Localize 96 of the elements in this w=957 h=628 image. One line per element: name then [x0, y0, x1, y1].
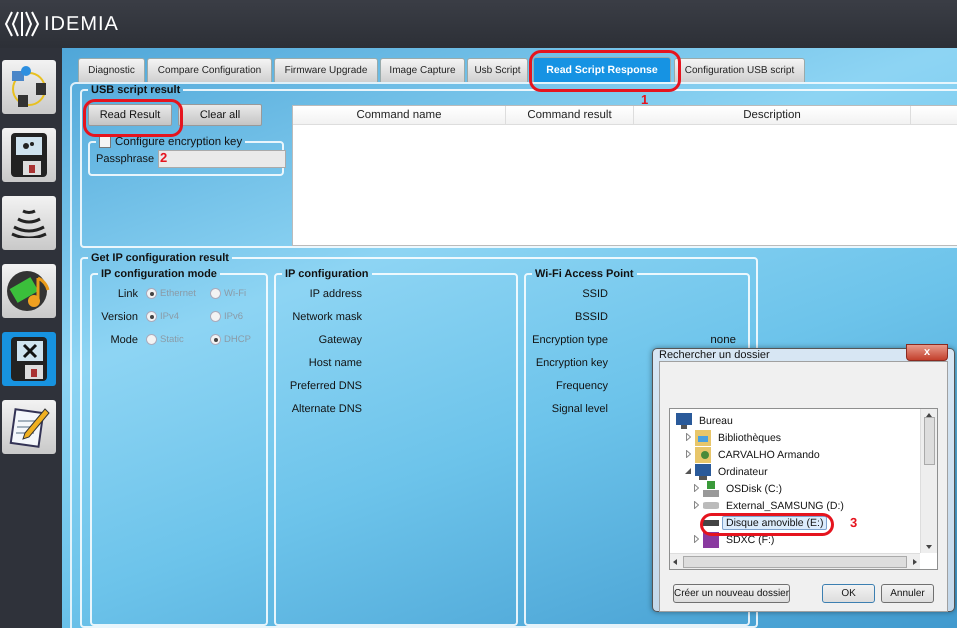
field-label: Passphrase [96, 153, 154, 165]
terminal-gear-icon [9, 131, 49, 179]
tree-item[interactable]: Ordinateur [714, 464, 772, 478]
tree-item[interactable]: Disque amovible (E:) [722, 516, 828, 530]
radio-label: IPv6 [224, 311, 244, 322]
waves-icon [11, 208, 47, 238]
radio-button[interactable] [210, 311, 221, 322]
logo-text: IDEMIA [44, 12, 119, 36]
scroll-thumb[interactable] [924, 417, 934, 465]
radio-label: IPv4 [160, 311, 180, 322]
field-label: Version [100, 310, 138, 322]
field-label: Alternate DNS [290, 402, 362, 414]
tab[interactable]: Compare Configuration [147, 58, 272, 82]
collapse-arrow-icon[interactable] [685, 468, 691, 474]
field-label: SSID [581, 288, 608, 300]
logo-icon [4, 9, 40, 39]
field-label: Encryption type [532, 334, 608, 346]
action-button[interactable]: Clear all [178, 104, 262, 126]
removable-drive-icon [703, 520, 719, 526]
tree-item[interactable]: Bureau [695, 414, 737, 428]
field-label: Encryption key [534, 356, 608, 368]
column-header[interactable]: Command result [506, 106, 634, 124]
field-label: Host name [308, 356, 362, 368]
tab[interactable]: Configuration USB script [674, 58, 805, 82]
scroll-thumb[interactable] [683, 556, 907, 568]
radio-label: Wi-Fi [224, 288, 246, 299]
tab[interactable]: Firmware Upgrade [274, 58, 378, 82]
field-label: IP address [308, 288, 362, 300]
field-label: Link [116, 288, 138, 300]
radio-button[interactable] [210, 288, 221, 299]
dialog-button[interactable]: OK [822, 584, 876, 603]
user-folder-icon [695, 446, 711, 462]
sidebar-button[interactable] [2, 264, 56, 318]
passphrase-field[interactable] [158, 150, 286, 168]
radio-label: Static [160, 334, 184, 345]
checkbox[interactable] [99, 136, 111, 148]
annotation-number: 1 [641, 92, 648, 107]
tree-item[interactable]: SDXC (F:) [722, 532, 778, 546]
radio-button[interactable] [146, 288, 157, 299]
field-value: none [710, 334, 737, 346]
tab[interactable]: Image Capture [380, 58, 465, 82]
tree-item[interactable]: OSDisk (C:) [722, 482, 786, 496]
notepad-pencil-icon [7, 405, 51, 449]
group-title: IP configuration mode [100, 268, 218, 280]
annotation-number: 3 [850, 515, 858, 530]
field-label: Network mask [291, 310, 362, 322]
horizontal-scrollbar[interactable] [670, 553, 920, 569]
checkbox-label: Configure encryption key [115, 136, 242, 148]
dialog-button[interactable]: Créer un nouveau dossier [673, 584, 790, 603]
sidebar-button[interactable] [2, 196, 56, 250]
tab[interactable]: Diagnostic [78, 58, 145, 82]
dialog-button[interactable]: Annuler [881, 584, 934, 603]
group-title: USB script result [90, 84, 182, 96]
column-header[interactable]: Command name [293, 106, 506, 124]
field-label: Mode [109, 334, 138, 346]
radio-button[interactable] [146, 311, 157, 322]
group-title: Get IP configuration result [90, 252, 230, 264]
expand-arrow-icon[interactable] [686, 450, 690, 458]
scroll-down-icon[interactable] [926, 545, 932, 549]
group-title: Wi-Fi Access Point [534, 268, 635, 280]
sidebar-button[interactable] [2, 400, 56, 454]
dialog-title: Rechercher un dossier [659, 349, 771, 361]
tab[interactable]: Usb Script [467, 58, 528, 82]
sidebar-button[interactable] [2, 60, 56, 114]
field-label: BSSID [574, 310, 608, 322]
field-label: Preferred DNS [288, 380, 362, 392]
field-label: Gateway [318, 334, 362, 346]
field-label: Signal level [550, 402, 608, 414]
expand-arrow-icon[interactable] [694, 500, 698, 508]
folder-icon [695, 430, 711, 446]
film-note-icon [6, 268, 52, 314]
expand-arrow-icon[interactable] [686, 432, 690, 440]
expand-arrow-icon[interactable] [694, 534, 698, 542]
radio-label: DHCP [224, 334, 251, 345]
radio-button[interactable] [146, 334, 157, 345]
scroll-left-icon[interactable] [673, 559, 677, 565]
group-title: IP configuration [284, 268, 370, 280]
vertical-scrollbar[interactable] [920, 409, 937, 553]
drive-icon [703, 502, 719, 509]
column-header[interactable]: Description [634, 106, 911, 124]
annotation-number: 2 [160, 150, 168, 165]
tree-item[interactable]: Bibliothèques [714, 430, 786, 444]
radio-label: Ethernet [160, 288, 196, 299]
monitor-icon [676, 412, 692, 428]
sidebar-button[interactable] [2, 332, 56, 386]
tree-item[interactable]: CARVALHO Armando [714, 448, 824, 462]
windows-drive-icon [703, 480, 719, 496]
radio-button[interactable] [210, 334, 221, 345]
computer-icon [695, 464, 711, 480]
scroll-right-icon[interactable] [913, 559, 917, 565]
field-label: Frequency [555, 380, 608, 392]
tree-item[interactable]: External_SAMSUNG (D:) [722, 498, 848, 512]
expand-arrow-icon[interactable] [694, 484, 698, 492]
action-button[interactable]: Read Result [88, 104, 172, 126]
terminal-tools-icon [9, 335, 49, 383]
sidebar-button[interactable] [2, 128, 56, 182]
